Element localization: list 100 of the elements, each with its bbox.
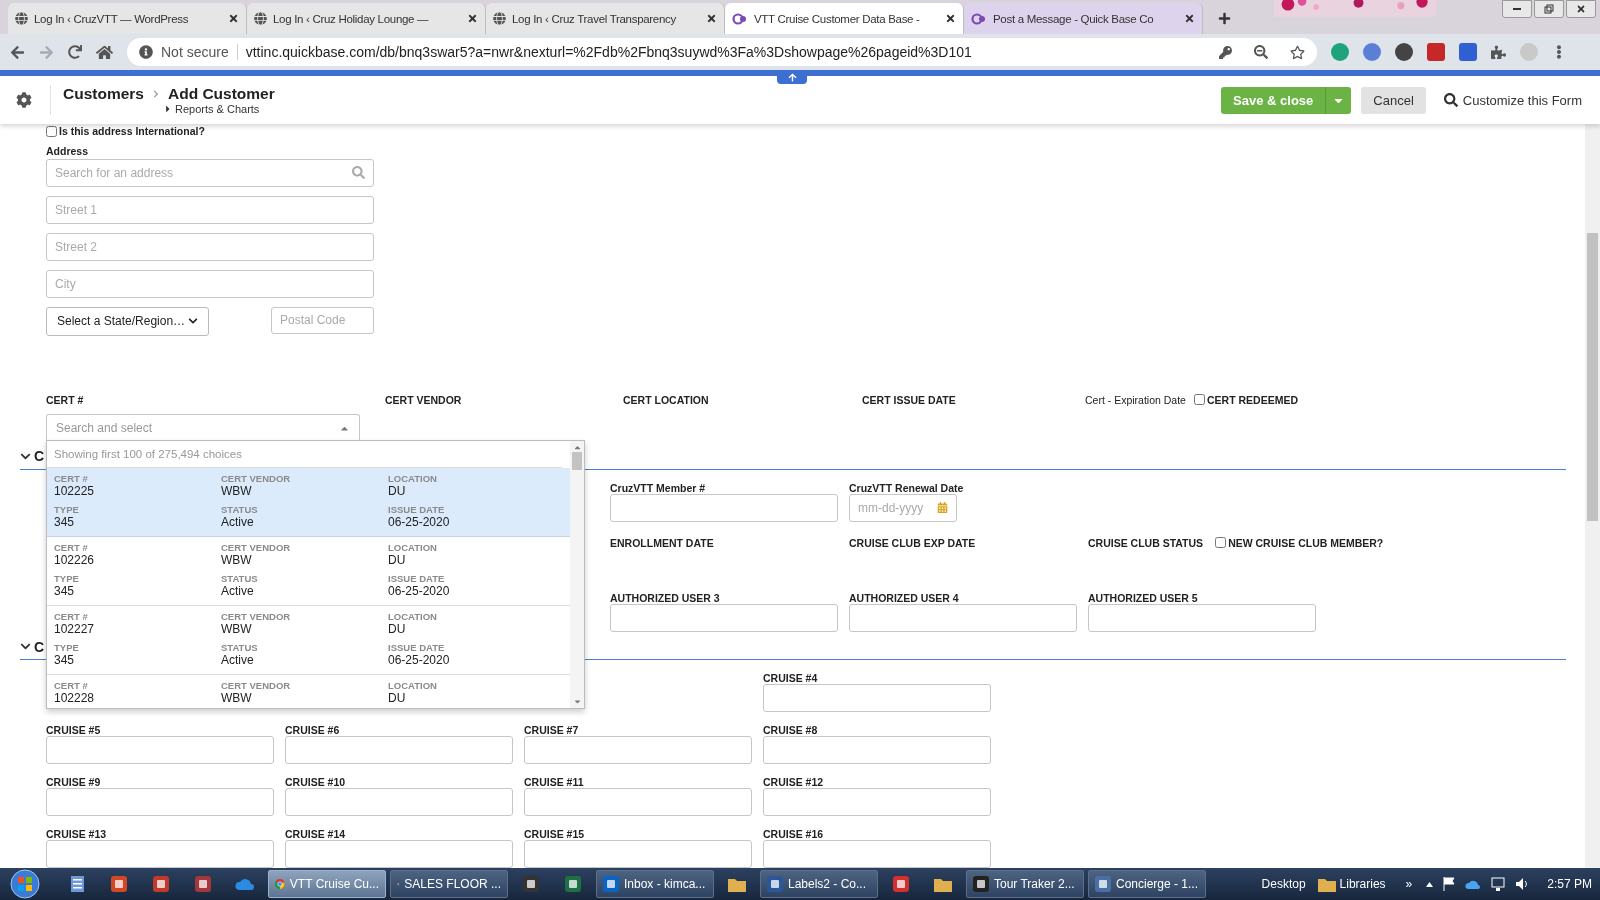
libraries-button[interactable]: Libraries [1311,876,1392,892]
customize-button[interactable]: Customize this Form [1443,92,1582,108]
reports-link[interactable]: Reports & Charts [175,103,260,115]
breadcrumb-link[interactable]: Customers [63,85,144,103]
option-field-value: DU [388,691,407,705]
scrollbar-thumb[interactable] [572,451,582,470]
app-icon [603,876,619,892]
app-icon [523,876,539,892]
browser-tab[interactable]: Log In ‹ CruzVTT — WordPress [8,3,247,34]
camera-extension-icon[interactable] [1363,43,1381,61]
field-label: AUTHORIZED USER 3 [610,591,721,604]
option-field-label: ISSUE DATE [388,504,446,515]
star-icon[interactable] [1290,44,1305,60]
taskbar-window-button[interactable]: Inbox - kimca... [596,870,714,898]
close-icon[interactable] [706,13,717,24]
desktop-label[interactable]: Desktop [1261,877,1306,891]
option-field-value: Active [221,584,255,598]
back-button[interactable] [10,44,25,60]
close-button[interactable] [1566,0,1596,18]
zoom-icon[interactable] [1254,45,1268,59]
arrow-up-icon [787,72,797,82]
browser-tab[interactable]: VTT Cruise Customer Data Base - [725,3,964,34]
dropdown-option[interactable]: CERT # 102225 CERT VENDOR WBW LOCATION DU TYPE 345 STATUS Active ISSUE DATE 06-25-2020 [47,468,570,537]
caret-up-icon [572,443,582,452]
text-field[interactable] [285,736,513,764]
checkbox-label: Is this address International? [59,125,205,137]
minimize-button[interactable] [1502,0,1532,18]
dropdown-option[interactable]: CERT # 102228 CERT VENDOR WBW LOCATION DU [47,675,570,708]
speaker-icon[interactable] [1515,877,1530,891]
text-field[interactable] [524,736,752,764]
field-label: CruzVTT Renewal Date [849,481,965,494]
text-field[interactable] [610,603,838,632]
field-label: AUTHORIZED USER 5 [1088,591,1199,604]
network-icon[interactable] [1491,877,1506,891]
checkbox[interactable] [1215,537,1227,548]
text-field[interactable] [46,840,274,868]
text-field[interactable] [524,840,752,868]
checkbox[interactable] [1193,394,1205,406]
text-field[interactable] [1088,603,1316,632]
cancel-button[interactable]: Cancel [1361,86,1426,114]
text-field[interactable] [524,788,752,816]
close-icon[interactable] [228,13,239,24]
page-scrollbar[interactable] [1585,124,1600,868]
field-label: CRUISE #5 [46,724,102,736]
close-icon[interactable] [467,13,478,24]
text-field[interactable] [46,736,274,764]
taskbar-window-button[interactable]: Concierge - 1... [1088,870,1206,898]
app-icon [153,876,169,892]
field-label: CRUISE #4 [763,672,819,684]
option-field-value: Active [221,515,255,529]
collapse-tab-button[interactable] [777,70,807,84]
address-bar[interactable]: Not secure vttinc.quickbase.com/db/bnq3swar5?a=nwr&nexturl=%2Fdb%2Fbnq3suywd%3Fa%3Dshowpage%26pageid%3D101 [127,38,1317,66]
browser-tab[interactable]: Post a Message - Quick Base Co [964,3,1203,34]
close-icon[interactable] [1184,13,1195,24]
state-select[interactable]: Select a State/Region… [46,306,209,336]
taskbar-window-button[interactable]: Tour Traker 2... [966,870,1084,898]
pin-extension-icon[interactable] [1395,43,1413,61]
save-options-button[interactable] [1325,86,1352,114]
text-field[interactable] [763,736,991,764]
cloud-icon[interactable] [1465,879,1482,889]
scrollbar[interactable] [570,441,584,708]
field-label: CRUISE CLUB STATUS [1088,536,1204,549]
dropdown-option[interactable]: CERT # 102226 CERT VENDOR WBW LOCATION DU TYPE 345 STATUS Active ISSUE DATE 06-25-2020 [47,537,570,606]
close-icon[interactable] [945,13,956,24]
caret-down-icon [572,697,582,706]
option-field-value: 06-25-2020 [388,653,451,667]
dropdown-option[interactable]: CERT # 102227 CERT VENDOR WBW LOCATION DU TYPE 345 STATUS Active ISSUE DATE 06-25-2020 [47,606,570,675]
text-field[interactable] [763,788,991,816]
text-field[interactable] [849,603,1077,632]
clock[interactable]: 2:57 PM [1547,877,1592,891]
overflow-chevron[interactable]: » [1405,877,1413,891]
flag-icon[interactable] [1443,877,1456,891]
text-field[interactable] [763,840,991,868]
restore-button[interactable] [1534,0,1564,18]
field-label: AUTHORIZED USER 4 [849,591,960,604]
app-icon [767,876,783,892]
text-field[interactable] [763,684,991,712]
taskbar-window-button[interactable]: Labels2 - Co... [760,870,878,898]
option-field-value: 102226 [54,553,96,567]
text-field[interactable] [285,840,513,868]
globe-icon [493,12,506,25]
minimize-icon [1513,8,1521,10]
option-field-value: 102228 [54,691,96,705]
app-icon [973,876,989,892]
option-field-label: LOCATION [388,542,438,553]
caret-up-icon[interactable] [1426,881,1434,887]
text-field[interactable] [610,493,838,522]
text-field[interactable] [46,788,274,816]
option-field-value: WBW [221,622,253,636]
key-icon[interactable] [1219,45,1232,59]
browser-tab[interactable]: Log In ‹ Cruz Holiday Lounge — [247,3,486,34]
reload-button[interactable] [68,45,82,59]
settings-icon[interactable] [16,92,32,108]
puzzle-icon[interactable] [1491,44,1506,60]
taskbar-window-button[interactable]: SALES FLOOR ... [390,870,508,898]
home-button[interactable] [96,43,113,61]
checkbox[interactable] [46,125,57,137]
field-label: Address [46,145,89,158]
browser-tab[interactable]: Log In ‹ Cruz Travel Transparency [486,3,725,34]
text-field[interactable] [285,788,513,816]
